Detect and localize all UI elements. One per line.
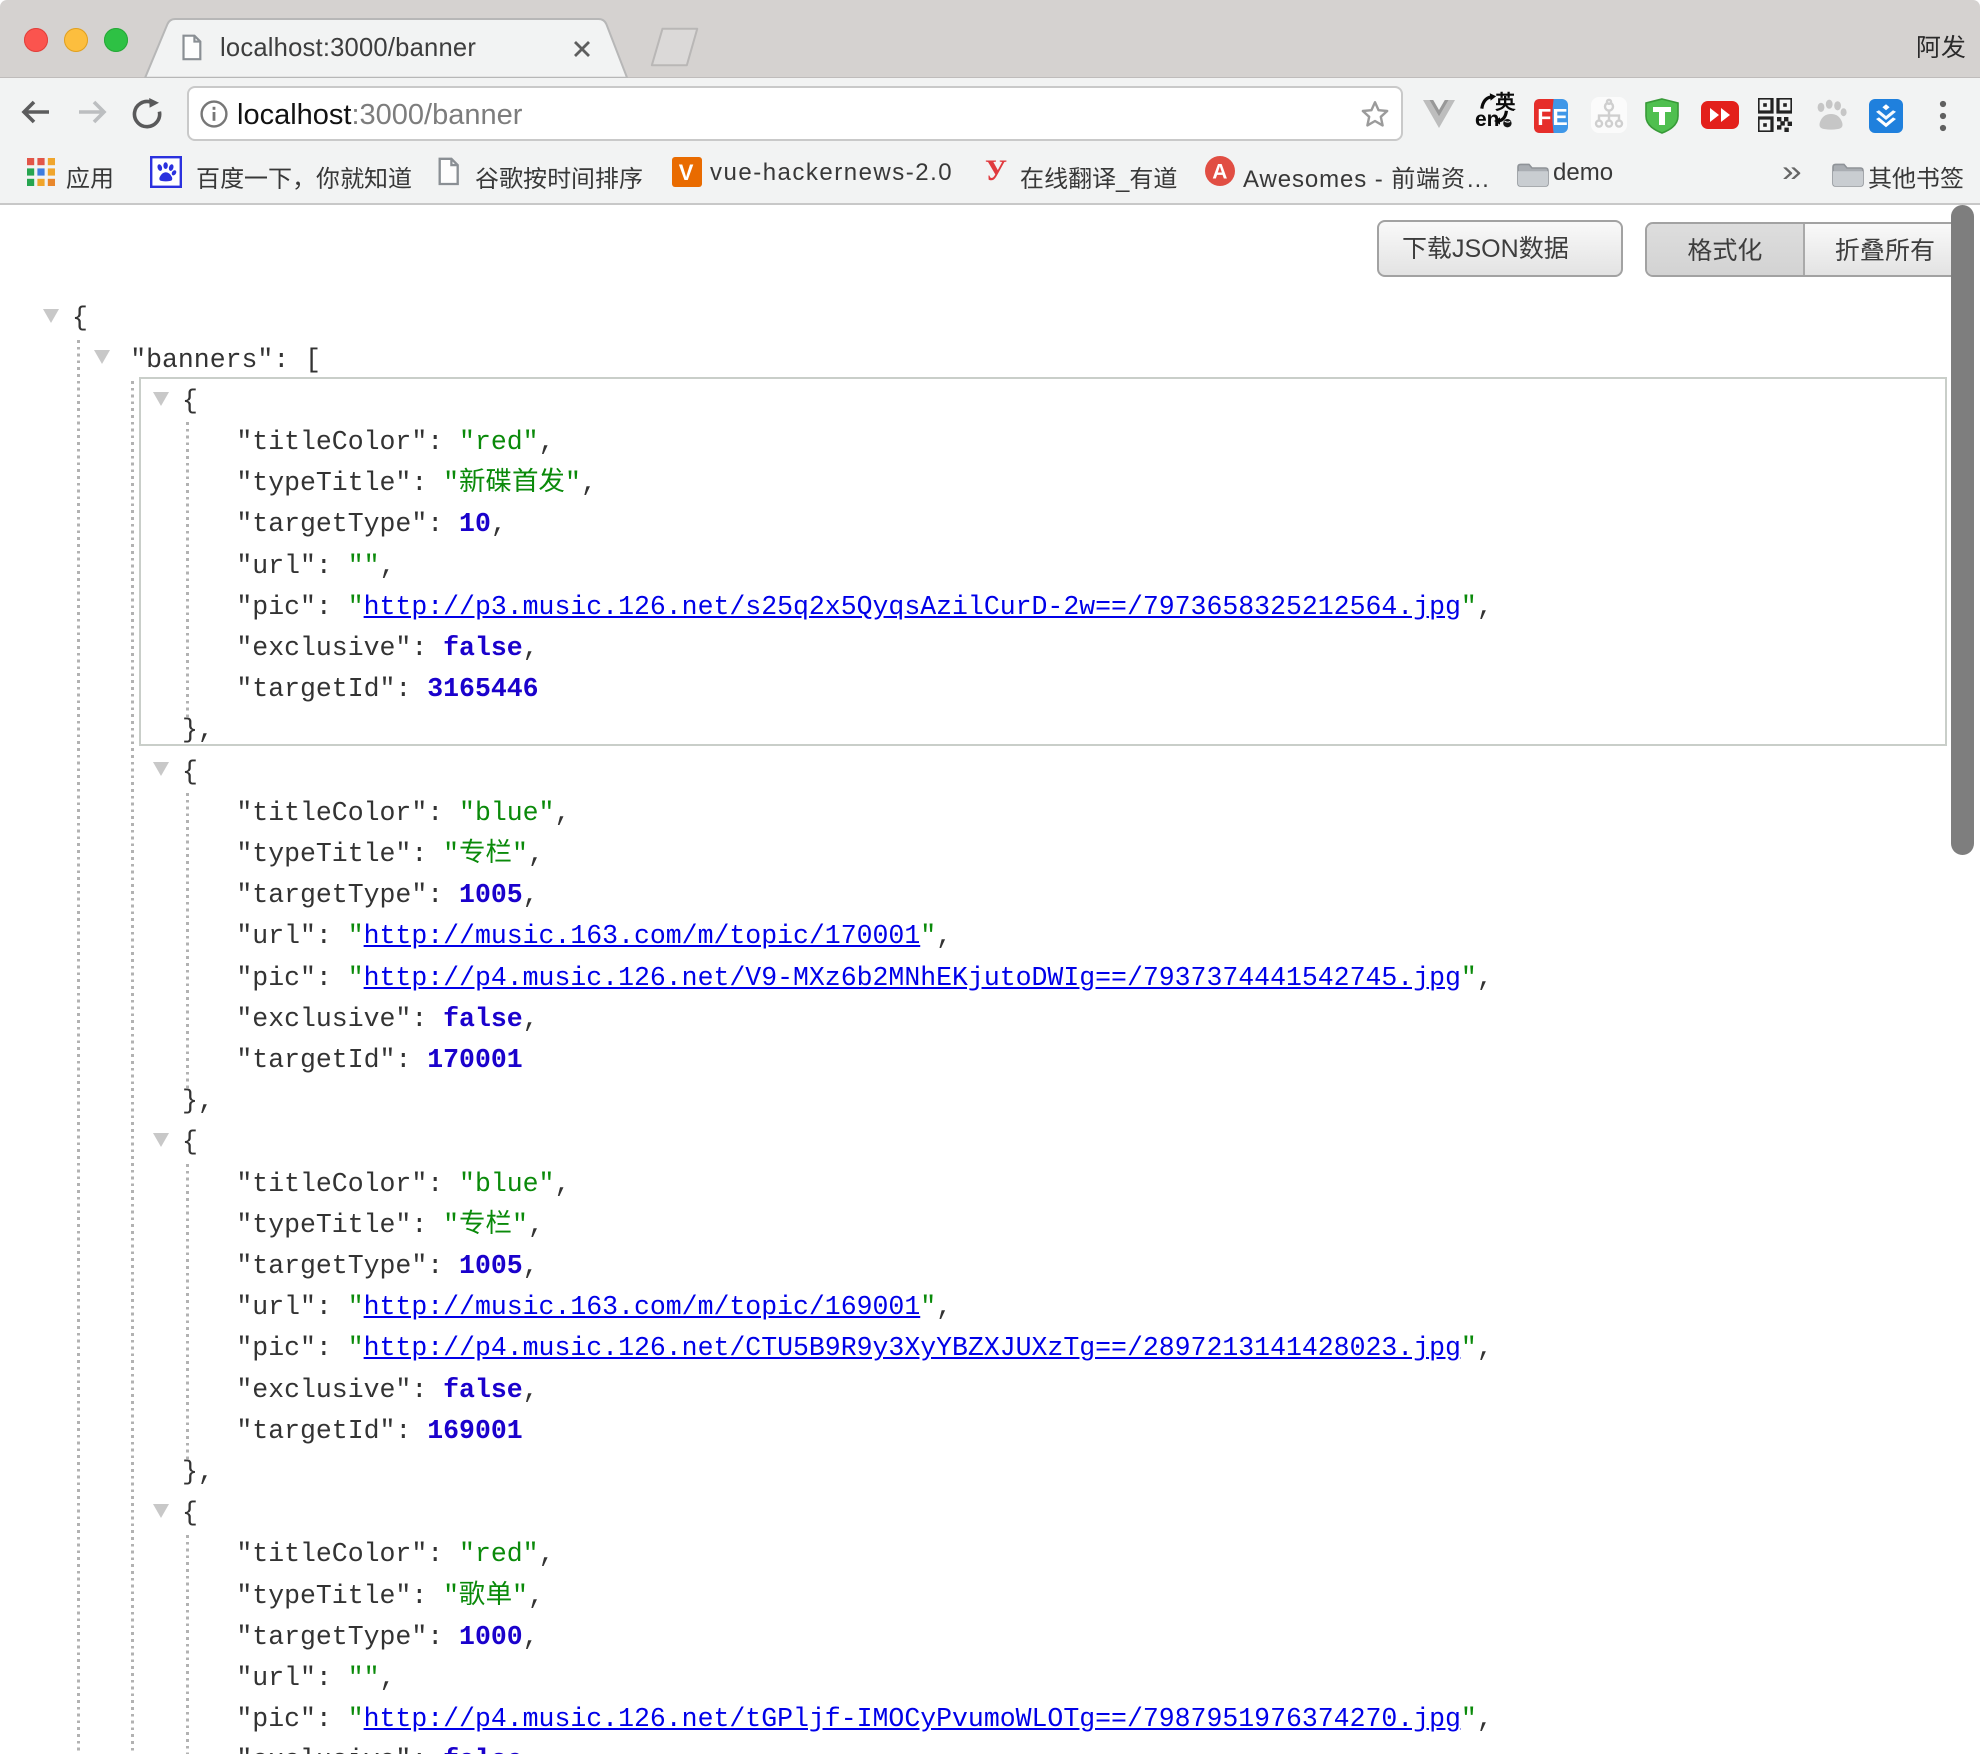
svg-text:V: V — [679, 160, 694, 185]
svg-text:F: F — [1537, 104, 1551, 130]
svg-text:A: A — [1212, 161, 1227, 184]
svg-text:E: E — [1552, 104, 1567, 130]
